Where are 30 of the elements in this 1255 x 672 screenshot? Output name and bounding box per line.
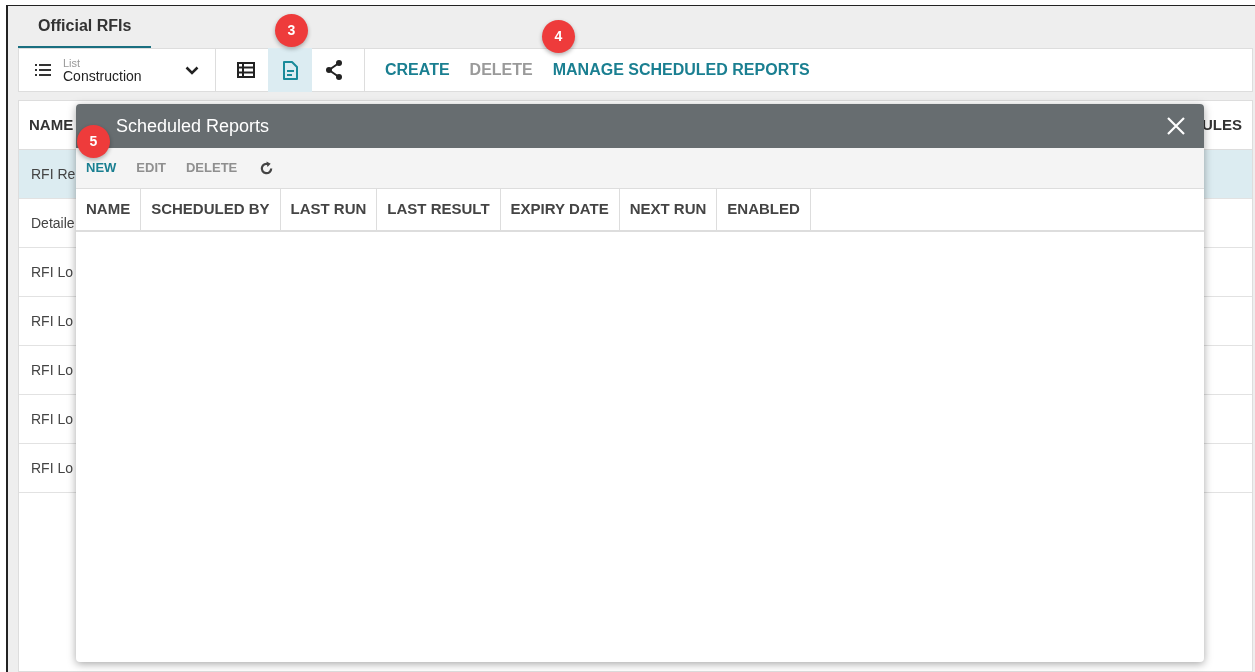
table-cell-text: Detaile [30, 213, 75, 233]
chevron-down-icon [185, 65, 199, 75]
table-cell-text: RFI Lo [30, 311, 73, 331]
column-header: NAME [28, 114, 74, 135]
dialog-title: Scheduled Reports [116, 114, 270, 138]
column-header: EXPIRY DATE [500, 189, 620, 230]
action-button[interactable]: MANAGE SCHEDULED REPORTS [552, 58, 810, 82]
column-header: NAME [76, 189, 142, 230]
list-icon [35, 64, 51, 76]
table-icon [237, 62, 255, 78]
document-icon [282, 60, 298, 80]
close-icon [1167, 117, 1185, 135]
column-header: NEXT RUN [619, 189, 718, 230]
view-value: Construction [63, 68, 142, 83]
column-header: ULES [1202, 114, 1243, 135]
view-selector[interactable]: List Construction [19, 49, 216, 91]
dialog-action-button[interactable]: NEW [86, 158, 117, 178]
table-cell-text: RFI Re [30, 164, 76, 184]
table-cell-text: RFI Lo [30, 360, 73, 380]
table-cell-text: RFI Lo [30, 262, 73, 282]
table-cell-text: RFI Lo [30, 409, 73, 429]
column-header: SCHEDULED BY [141, 189, 281, 230]
share-icon [325, 60, 343, 80]
table-cell-text: RFI Lo [30, 458, 73, 478]
column-header: LAST RESULT [377, 189, 501, 230]
refresh-icon [258, 160, 274, 176]
column-header: ENABLED [717, 189, 811, 230]
view-label: List [63, 57, 81, 69]
action-button[interactable]: CREATE [385, 58, 450, 82]
column-header: LAST RUN [280, 189, 378, 230]
